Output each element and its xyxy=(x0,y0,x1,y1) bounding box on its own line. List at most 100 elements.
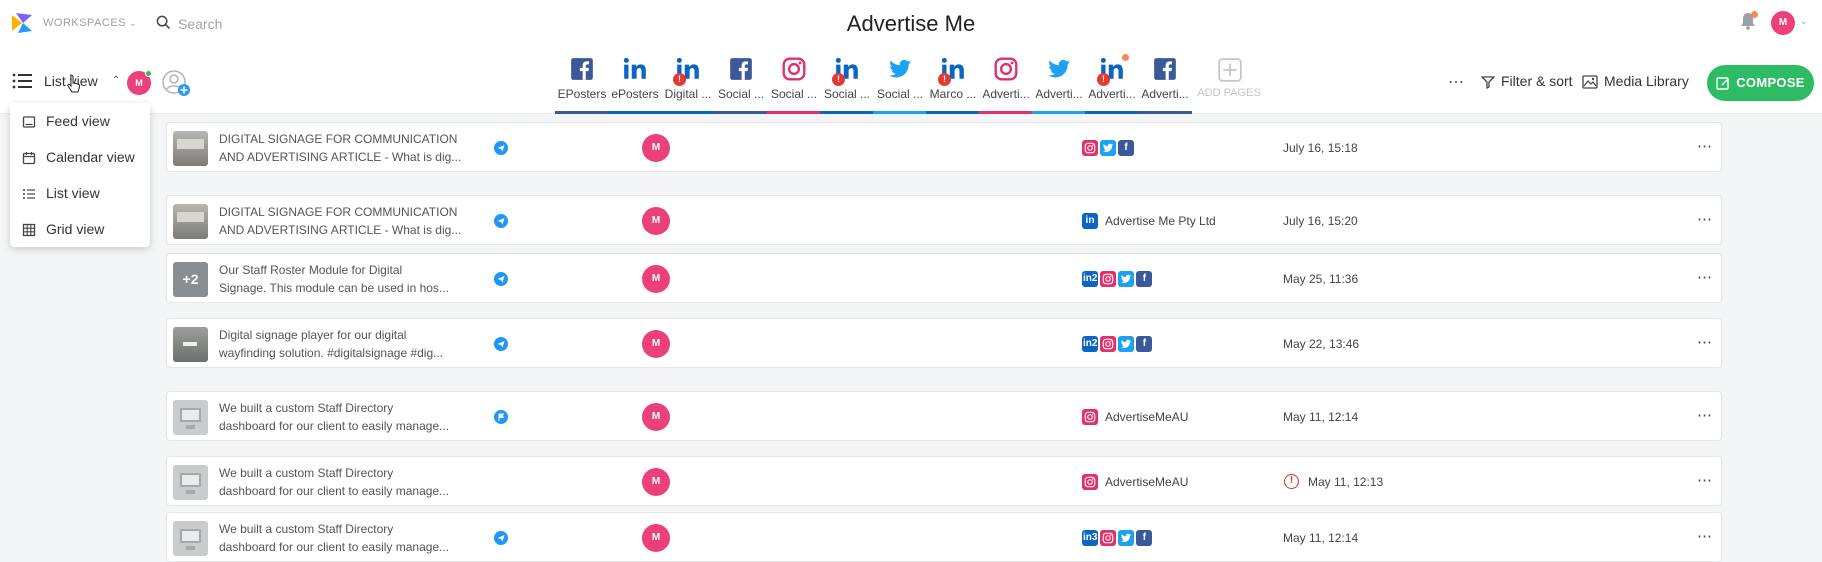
post-row[interactable]: We built a custom Staff Directory dashboa… xyxy=(166,456,1722,506)
instagram-icon-glyph xyxy=(1103,532,1114,544)
send-icon xyxy=(497,341,505,348)
media-library-button[interactable]: Media Library xyxy=(1582,73,1689,89)
social-page-tab[interactable]: Adverti... xyxy=(1032,48,1086,114)
author-avatar[interactable]: M xyxy=(642,468,670,496)
row-more-options-icon[interactable]: ⋯ xyxy=(1697,471,1713,489)
twitter-icon xyxy=(1048,59,1070,78)
list-icon xyxy=(12,73,32,89)
compose-button[interactable]: COMPOSE xyxy=(1707,65,1814,101)
row-more-options-icon[interactable]: ⋯ xyxy=(1697,268,1713,286)
post-preview-text[interactable]: DIGITAL SIGNAGE FOR COMMUNICATION AND ADV… xyxy=(219,203,469,239)
row-more-options-icon[interactable]: ⋯ xyxy=(1697,137,1713,155)
post-thumbnail[interactable] xyxy=(173,203,208,239)
post-thumbnail[interactable] xyxy=(173,464,208,500)
add-user-icon[interactable] xyxy=(162,70,192,98)
post-preview-text[interactable]: We built a custom Staff Directory dashboa… xyxy=(219,464,469,500)
social-page-tab[interactable]: ! Marco ... xyxy=(926,48,980,114)
workspaces-dropdown[interactable]: WORKSPACES ⌄ xyxy=(43,17,137,29)
post-row[interactable]: Digital signage player for our digital wa… xyxy=(166,318,1722,368)
linkedin-icon: in2 xyxy=(1082,336,1099,352)
twitter-icon xyxy=(1118,336,1135,352)
flag-icon xyxy=(498,413,504,421)
page-underline xyxy=(1138,111,1192,114)
social-page-tab[interactable]: ! Social ... xyxy=(820,48,874,114)
post-preview-text[interactable]: Our Staff Roster Module for Digital Signa… xyxy=(219,261,469,297)
row-more-options-icon[interactable]: ⋯ xyxy=(1697,210,1713,228)
more-options-icon[interactable]: ⋯ xyxy=(1448,72,1465,92)
chevron-down-icon[interactable]: ⌄ xyxy=(1800,16,1808,27)
account-name: Advertise Me Pty Ltd xyxy=(1105,214,1216,228)
warning-icon: ! xyxy=(832,73,845,86)
social-page-tab[interactable]: Adverti... xyxy=(979,48,1033,114)
social-page-tab[interactable]: ePosters xyxy=(608,48,662,114)
social-page-label: Adverti... xyxy=(1088,87,1136,101)
author-avatar[interactable]: M xyxy=(642,524,670,552)
page-underline xyxy=(608,111,662,114)
post-thumbnail[interactable] xyxy=(173,130,208,166)
search-box[interactable] xyxy=(156,13,456,35)
post-row[interactable]: We built a custom Staff Directory dashboa… xyxy=(166,391,1722,441)
notifications-button[interactable] xyxy=(1740,11,1758,35)
post-preview-text[interactable]: DIGITAL SIGNAGE FOR COMMUNICATION AND ADV… xyxy=(219,130,469,166)
mouse-cursor-icon xyxy=(67,74,81,93)
row-more-options-icon[interactable]: ⋯ xyxy=(1697,333,1713,351)
chevron-down-icon: ⌄ xyxy=(129,18,138,28)
social-page-tab[interactable]: ! Digital ... xyxy=(661,48,715,114)
author-avatar[interactable]: M xyxy=(642,330,670,358)
post-preview-text[interactable]: We built a custom Staff Directory dashboa… xyxy=(219,520,469,556)
social-page-label: Marco ... xyxy=(929,87,977,101)
menu-item-feed-view[interactable]: Feed view xyxy=(10,103,150,139)
post-networks: AdvertiseMeAU xyxy=(1082,409,1188,425)
post-thumbnail[interactable] xyxy=(173,326,208,362)
instagram-icon-glyph xyxy=(1084,411,1096,423)
thumbnail-image xyxy=(173,203,208,239)
app-logo-icon[interactable] xyxy=(10,11,34,35)
post-thumbnail[interactable]: +2 xyxy=(173,261,208,297)
post-row[interactable]: DIGITAL SIGNAGE FOR COMMUNICATION AND ADV… xyxy=(166,195,1722,245)
member-avatar[interactable]: M xyxy=(127,70,152,95)
post-preview-text[interactable]: Digital signage player for our digital wa… xyxy=(219,326,469,362)
menu-item-grid-view[interactable]: Grid view xyxy=(10,211,150,247)
author-avatar[interactable]: M xyxy=(642,134,670,162)
user-avatar[interactable]: M xyxy=(1771,11,1795,35)
instagram-icon-glyph xyxy=(1084,476,1096,488)
add-pages-button[interactable]: ADD PAGES xyxy=(1197,48,1261,112)
menu-item-calendar-view[interactable]: Calendar view xyxy=(10,139,150,175)
post-row[interactable]: We built a custom Staff Directory dashboa… xyxy=(166,512,1722,562)
post-thumbnail[interactable] xyxy=(173,399,208,435)
page-underline xyxy=(1032,111,1086,114)
social-page-tab[interactable]: Social ... xyxy=(873,48,927,114)
instagram-icon xyxy=(1082,140,1098,156)
social-page-tab[interactable]: Adverti... xyxy=(1138,48,1192,114)
post-text-line: Our Staff Roster Module for Digital xyxy=(219,263,403,277)
social-page-tab[interactable]: EPosters xyxy=(555,48,609,114)
social-page-tab[interactable]: Social ... xyxy=(714,48,768,114)
sent-status-icon xyxy=(494,531,508,545)
menu-item-list-view[interactable]: List view xyxy=(10,175,150,211)
post-row[interactable]: DIGITAL SIGNAGE FOR COMMUNICATION AND ADV… xyxy=(166,122,1722,172)
post-row[interactable]: +2 Our Staff Roster Module for Digital Sig… xyxy=(166,253,1722,303)
row-more-options-icon[interactable]: ⋯ xyxy=(1697,406,1713,424)
menu-item-label: Calendar view xyxy=(46,149,135,165)
instagram-icon xyxy=(782,57,806,81)
post-thumbnail[interactable] xyxy=(173,520,208,556)
social-page-label: Adverti... xyxy=(1035,87,1083,101)
post-text-line: We built a custom Staff Directory xyxy=(219,466,394,480)
author-avatar[interactable]: M xyxy=(642,265,670,293)
author-avatar[interactable]: M xyxy=(642,207,670,235)
image-icon xyxy=(1582,75,1598,89)
warning-icon: ! xyxy=(1097,73,1110,86)
filter-icon xyxy=(1480,76,1496,90)
search-input[interactable] xyxy=(178,13,438,35)
facebook-icon: f xyxy=(1136,530,1153,546)
social-page-tab[interactable]: Social ... xyxy=(767,48,821,114)
account-name: AdvertiseMeAU xyxy=(1105,475,1189,489)
page-underline xyxy=(820,111,874,114)
row-more-options-icon[interactable]: ⋯ xyxy=(1697,527,1713,545)
filter-sort-button[interactable]: Filter & sort xyxy=(1480,73,1573,90)
author-avatar[interactable]: M xyxy=(642,403,670,431)
social-page-label: Social ... xyxy=(770,87,818,101)
social-page-tab[interactable]: ! Adverti... xyxy=(1085,48,1139,114)
post-preview-text[interactable]: We built a custom Staff Directory dashboa… xyxy=(219,399,469,435)
error-icon[interactable]: ! xyxy=(1284,474,1299,489)
